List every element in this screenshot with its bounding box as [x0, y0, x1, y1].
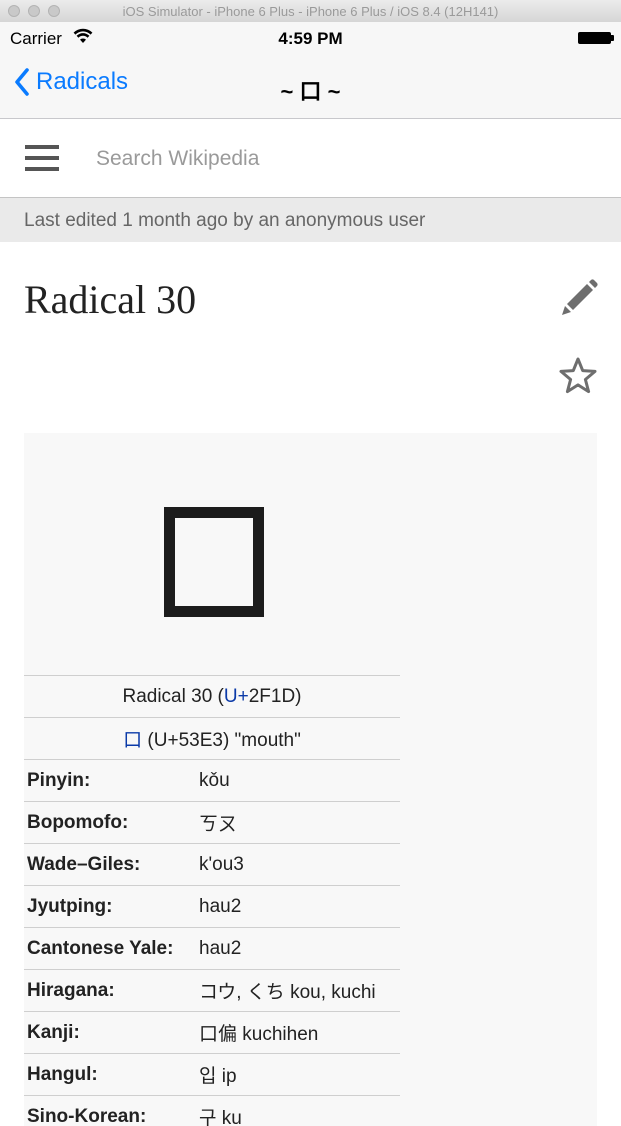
search-input[interactable]: [96, 147, 576, 171]
character-link[interactable]: 口: [123, 730, 142, 751]
radical-infobox: Radical 30 (U+2F1D) 口 (U+53E3) "mouth" P…: [24, 433, 597, 1126]
unicode-link[interactable]: U+: [224, 686, 249, 707]
wade-giles-link[interactable]: Wade–Giles:: [24, 843, 195, 886]
infobox-row: Sino-Korean: 구 ku: [24, 1095, 400, 1126]
simulator-title-bar: iOS Simulator - iPhone 6 Plus - iPhone 6…: [0, 0, 621, 23]
kanji-value: 口偏 kuchihen: [195, 1011, 400, 1054]
infobox-row: Hiragana: コウ, くち kou, kuchi: [24, 969, 400, 1012]
infobox-row: Wade–Giles: k'ou3: [24, 843, 400, 886]
status-time: 4:59 PM: [278, 29, 343, 48]
last-edited-text: Last edited 1 month ago by an anonymous …: [24, 210, 426, 231]
infobox-row: Pinyin: kǒu: [24, 759, 400, 802]
infobox-table: Radical 30 (U+2F1D) 口 (U+53E3) "mouth" P…: [24, 675, 400, 1126]
hangul-value: 입 ip: [195, 1053, 400, 1096]
radical-caption: Radical 30 (U+2F1D): [24, 675, 400, 718]
wikipedia-header: [0, 119, 621, 198]
pinyin-link[interactable]: Pinyin:: [24, 759, 195, 802]
hangul-link[interactable]: Hangul:: [24, 1053, 195, 1096]
page-title: Radical 30: [24, 277, 197, 322]
sino-korean-link[interactable]: Sino-Korean:: [24, 1095, 195, 1126]
radical-glyph-image: [164, 507, 264, 617]
simulator-title: iOS Simulator - iPhone 6 Plus - iPhone 6…: [122, 4, 499, 19]
jyutping-link[interactable]: Jyutping:: [24, 885, 195, 928]
cantonese-yale-value: hau2: [195, 927, 400, 970]
pencil-edit-icon[interactable]: [559, 278, 599, 316]
wade-giles-value: k'ou3: [195, 843, 400, 886]
last-edited-banner[interactable]: Last edited 1 month ago by an anonymous …: [0, 198, 621, 242]
cantonese-yale-link[interactable]: Cantonese Yale:: [24, 927, 195, 970]
infobox-row-radical: Radical 30 (U+2F1D): [24, 675, 400, 718]
hiragana-value: コウ, くち kou, kuchi: [195, 969, 400, 1012]
bopomofo-link[interactable]: Bopomofo:: [24, 801, 195, 844]
battery-icon: [578, 32, 614, 44]
infobox-row: Hangul: 입 ip: [24, 1053, 400, 1096]
star-icon[interactable]: [558, 356, 598, 394]
kanji-link[interactable]: Kanji:: [24, 1011, 195, 1054]
bopomofo-value: ㄎㄡ: [195, 801, 400, 844]
nav-title: ~ 口 ~: [280, 79, 341, 104]
ios-status-bar: Carrier 4:59 PM: [0, 22, 621, 54]
infobox-row: Bopomofo: ㄎㄡ: [24, 801, 400, 844]
navigation-bar: Radicals ~ 口 ~: [0, 54, 621, 119]
pinyin-value: kǒu: [195, 759, 400, 802]
jyutping-value: hau2: [195, 885, 400, 928]
infobox-row-character: 口 (U+53E3) "mouth": [24, 717, 400, 760]
hamburger-menu-icon[interactable]: [25, 145, 59, 171]
infobox-row: Kanji: 口偏 kuchihen: [24, 1011, 400, 1054]
sino-korean-value: 구 ku: [195, 1095, 400, 1126]
character-caption: 口 (U+53E3) "mouth": [24, 717, 400, 760]
infobox-row: Jyutping: hau2: [24, 885, 400, 928]
hiragana-link[interactable]: Hiragana:: [24, 969, 195, 1012]
infobox-row: Cantonese Yale: hau2: [24, 927, 400, 970]
